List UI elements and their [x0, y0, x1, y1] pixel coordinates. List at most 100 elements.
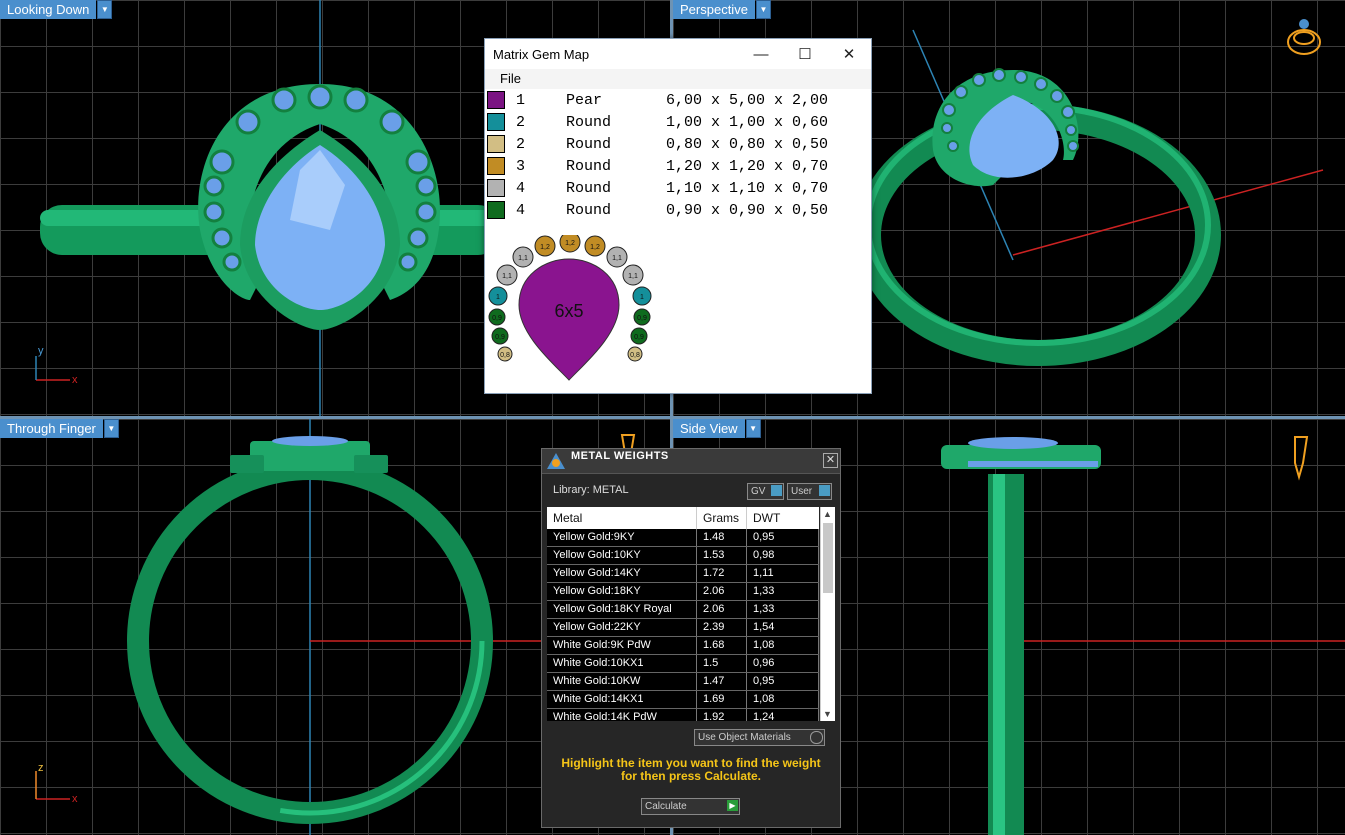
- gem-color-swatch: [487, 91, 505, 109]
- gv-toggle[interactable]: GV: [747, 483, 784, 500]
- table-row[interactable]: White Gold:10KW 1.47 0,95: [547, 673, 819, 691]
- metal-weights-titlebar[interactable]: METAL WEIGHTS ✕: [542, 449, 840, 474]
- gem-shape: Round: [566, 135, 612, 153]
- gem-stone-label: 0,8: [500, 352, 510, 359]
- gem-shape: Round: [566, 201, 612, 219]
- viewport-menu-arrow-icon[interactable]: ▼: [97, 0, 113, 19]
- gem-stone-label: 1,2: [565, 240, 575, 247]
- close-icon[interactable]: ✕: [823, 453, 838, 468]
- gem-count: 4: [516, 201, 526, 219]
- scroll-down-icon[interactable]: ▼: [823, 709, 832, 719]
- gem-list: 1 Pear 6,00 x 5,00 x 2,00 2 Round 1,00 x 1,0…: [485, 89, 871, 221]
- gem-size: 0,80 x 0,80 x 0,50: [666, 135, 829, 153]
- gem-map-window[interactable]: Matrix Gem Map — ☐ ✕ File 1 Pear 6,00 x 5,…: [484, 38, 872, 394]
- gem-map-title: Matrix Gem Map: [493, 46, 590, 62]
- table-row[interactable]: Yellow Gold:18KY 2.06 1,33: [547, 583, 819, 601]
- gem-color-swatch: [487, 179, 505, 197]
- viewport-label-perspective[interactable]: Perspective ▼: [673, 0, 771, 19]
- dwt-cell: 0,98: [747, 547, 819, 564]
- axis-y-label: y: [38, 345, 44, 357]
- grams-cell: 1.92: [697, 709, 747, 721]
- gem-row[interactable]: 4 Round 1,10 x 1,10 x 0,70: [485, 177, 871, 199]
- viewport-title[interactable]: Perspective: [673, 0, 755, 19]
- gem-size: 1,10 x 1,10 x 0,70: [666, 179, 829, 197]
- viewport-label-looking-down[interactable]: Looking Down ▼: [0, 0, 113, 19]
- viewport-menu-arrow-icon[interactable]: ▼: [103, 419, 119, 438]
- viewport-label-side-view[interactable]: Side View ▼: [673, 419, 761, 438]
- column-header-dwt[interactable]: DWT: [747, 507, 819, 529]
- table-row[interactable]: White Gold:14KX1 1.69 1,08: [547, 691, 819, 709]
- axis-x-label: x: [72, 793, 78, 805]
- grams-cell: 2.39: [697, 619, 747, 636]
- table-row[interactable]: White Gold:10KX1 1.5 0,96: [547, 655, 819, 673]
- table-row[interactable]: Yellow Gold:10KY 1.53 0,98: [547, 547, 819, 565]
- radio-icon: [810, 731, 823, 744]
- gem-row[interactable]: 2 Round 0,80 x 0,80 x 0,50: [485, 133, 871, 155]
- column-header-metal[interactable]: Metal: [547, 507, 697, 529]
- metal-name-cell: Yellow Gold:14KY: [547, 565, 697, 582]
- table-row[interactable]: White Gold:14K PdW 1.92 1,24: [547, 709, 819, 721]
- gem-stone-label: 1,1: [612, 255, 622, 262]
- metal-weights-panel[interactable]: METAL WEIGHTS ✕ Library: METAL GV User M…: [541, 448, 841, 828]
- viewport-title[interactable]: Side View: [673, 419, 745, 438]
- viewport-title[interactable]: Through Finger: [0, 419, 103, 438]
- gem-stone-label: 0,9: [634, 334, 644, 341]
- calculate-button[interactable]: Calculate ▶: [641, 798, 740, 815]
- gem-row[interactable]: 1 Pear 6,00 x 5,00 x 2,00: [485, 89, 871, 111]
- scrollbar-thumb[interactable]: [823, 523, 833, 593]
- metal-table-header: Metal Grams DWT: [547, 507, 819, 529]
- gem-color-swatch: [487, 113, 505, 131]
- gem-shape: Round: [566, 113, 612, 131]
- calculate-label: Calculate: [645, 801, 687, 812]
- metal-name-cell: Yellow Gold:18KY Royal: [547, 601, 697, 618]
- menu-file[interactable]: File: [500, 71, 521, 86]
- dwt-cell: 1,33: [747, 601, 819, 618]
- gem-color-swatch: [487, 157, 505, 175]
- use-object-materials-toggle[interactable]: Use Object Materials: [694, 729, 825, 746]
- column-header-grams[interactable]: Grams: [697, 507, 747, 529]
- gem-stone-label: 1,1: [628, 273, 638, 280]
- gem-row[interactable]: 4 Round 0,90 x 0,90 x 0,50: [485, 199, 871, 221]
- metal-table-scrollbar[interactable]: ▲ ▼: [820, 507, 835, 721]
- gem-map-titlebar[interactable]: Matrix Gem Map — ☐ ✕: [485, 39, 871, 69]
- metal-name-cell: White Gold:9K PdW: [547, 637, 697, 654]
- gem-shape: Round: [566, 157, 612, 175]
- grams-cell: 1.72: [697, 565, 747, 582]
- viewport-menu-arrow-icon[interactable]: ▼: [755, 0, 771, 19]
- scroll-up-icon[interactable]: ▲: [823, 509, 832, 519]
- gem-stone-label: 1,1: [502, 273, 512, 280]
- gem-stone-label: 1,2: [590, 244, 600, 251]
- grams-cell: 2.06: [697, 583, 747, 600]
- gem-map-menubar: File: [485, 69, 871, 89]
- metal-name-cell: Yellow Gold:18KY: [547, 583, 697, 600]
- metal-name-cell: White Gold:10KW: [547, 673, 697, 690]
- instruction-text: Highlight the item you want to find the …: [561, 756, 821, 783]
- close-icon[interactable]: ✕: [827, 45, 871, 63]
- gem-row[interactable]: 2 Round 1,00 x 1,00 x 0,60: [485, 111, 871, 133]
- table-row[interactable]: Yellow Gold:9KY 1.48 0,95: [547, 529, 819, 547]
- gem-row[interactable]: 3 Round 1,20 x 1,20 x 0,70: [485, 155, 871, 177]
- gem-stone-label: 1,2: [540, 244, 550, 251]
- gem-count: 2: [516, 113, 526, 131]
- table-row[interactable]: Yellow Gold:18KY Royal 2.06 1,33: [547, 601, 819, 619]
- gem-stone-label: 1: [496, 294, 500, 301]
- viewport-title[interactable]: Looking Down: [0, 0, 97, 19]
- gem-color-swatch: [487, 135, 505, 153]
- viewport-menu-arrow-icon[interactable]: ▼: [745, 419, 761, 438]
- table-row[interactable]: White Gold:9K PdW 1.68 1,08: [547, 637, 819, 655]
- user-toggle[interactable]: User: [787, 483, 832, 500]
- table-row[interactable]: Yellow Gold:14KY 1.72 1,11: [547, 565, 819, 583]
- metal-name-cell: Yellow Gold:22KY: [547, 619, 697, 636]
- gem-stone-label: 0,9: [492, 315, 502, 322]
- gem-stone-label: 1,1: [518, 255, 528, 262]
- dwt-cell: 1,33: [747, 583, 819, 600]
- dwt-cell: 0,96: [747, 655, 819, 672]
- viewport-label-through-finger[interactable]: Through Finger ▼: [0, 419, 119, 438]
- table-row[interactable]: Yellow Gold:22KY 2.39 1,54: [547, 619, 819, 637]
- maximize-icon[interactable]: ☐: [783, 45, 827, 63]
- gem-size: 1,00 x 1,00 x 0,60: [666, 113, 829, 131]
- gem-color-swatch: [487, 201, 505, 219]
- gem-stone-label: 0,9: [637, 315, 647, 322]
- minimize-icon[interactable]: —: [739, 46, 783, 63]
- dwt-cell: 0,95: [747, 673, 819, 690]
